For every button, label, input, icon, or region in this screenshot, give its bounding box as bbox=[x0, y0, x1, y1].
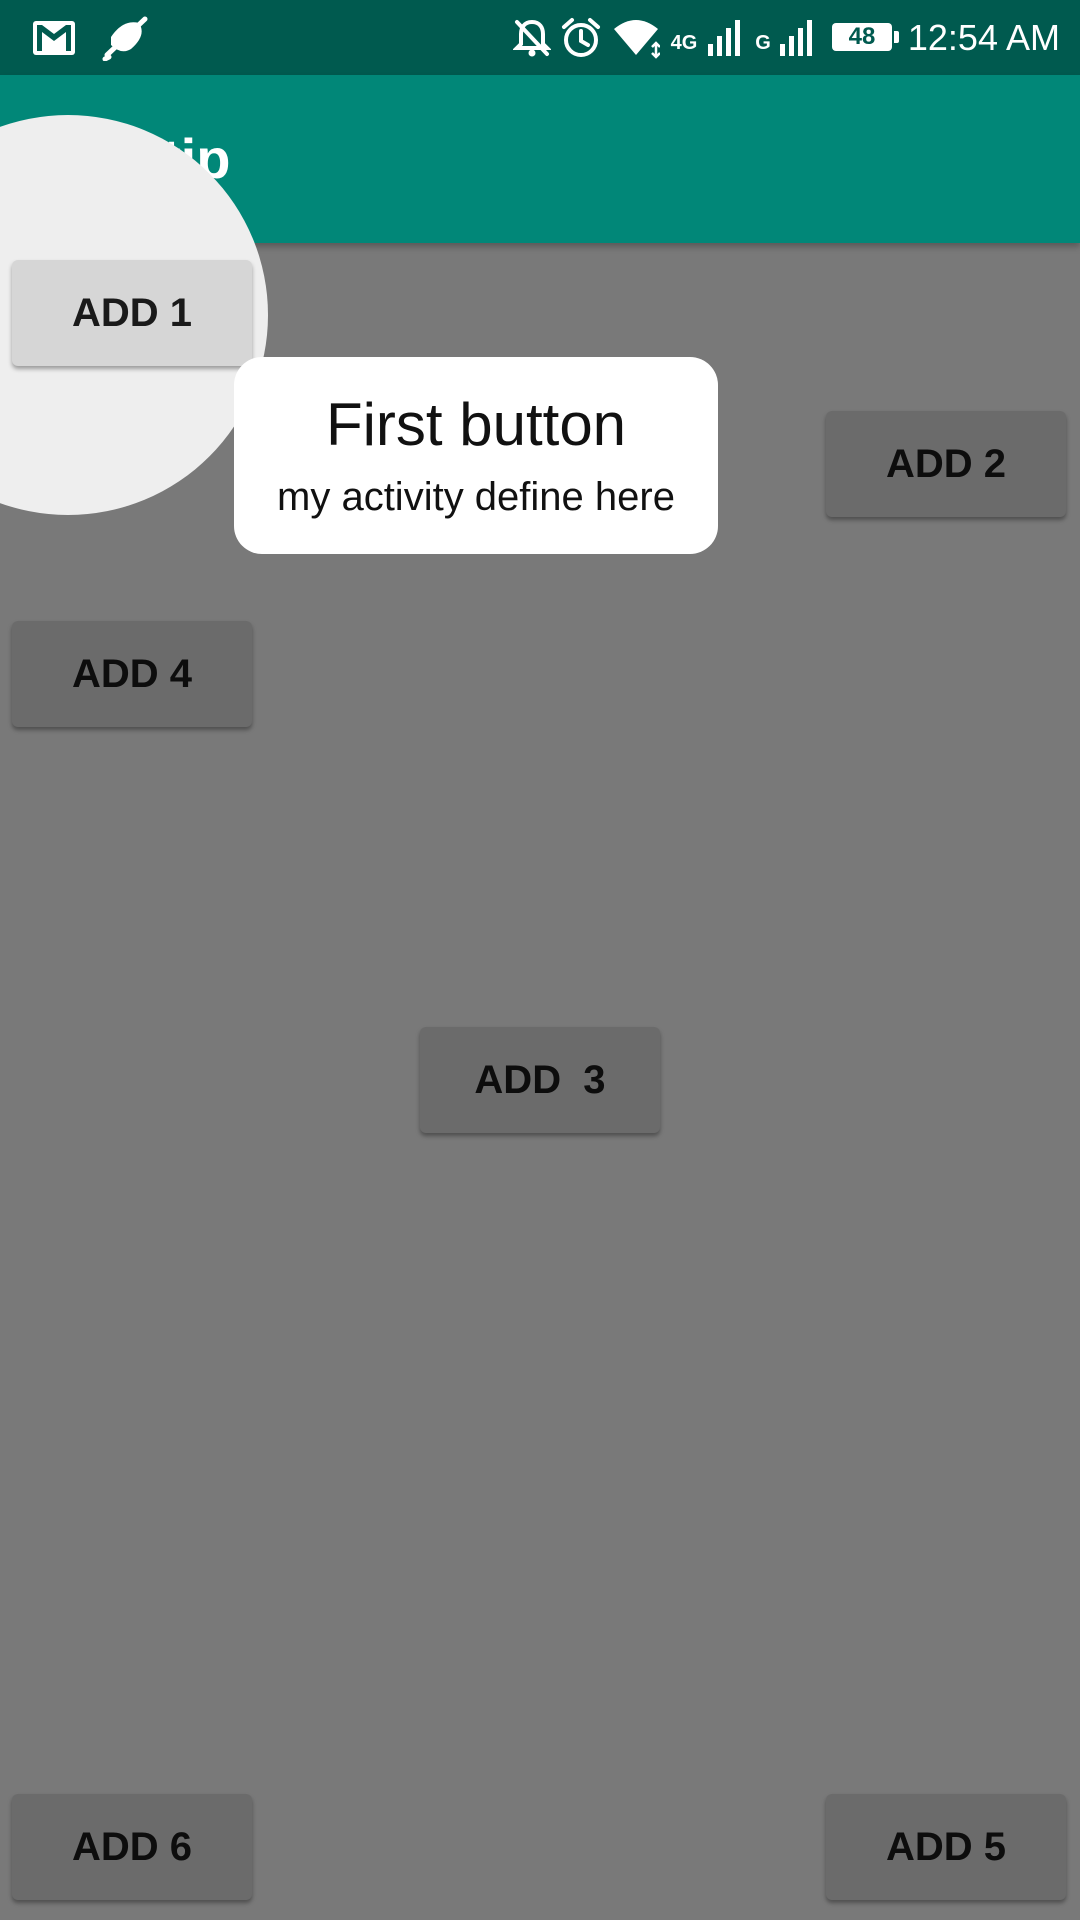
wifi-icon bbox=[610, 0, 662, 75]
signal-icon bbox=[776, 0, 816, 75]
status-bar: 4G G 48 12:54 AM bbox=[0, 0, 1080, 75]
screen: 4G G 48 12:54 AM Tooltip ADD 2 ADD 4 ADD bbox=[0, 0, 1080, 1920]
tooltip[interactable]: First button my activity define here bbox=[234, 357, 718, 554]
network-type-g: G bbox=[755, 32, 771, 54]
battery-icon: 48 bbox=[832, 23, 899, 51]
gmail-icon bbox=[30, 0, 78, 75]
tooltip-description: my activity define here bbox=[277, 475, 675, 519]
tooltip-title: First button bbox=[325, 391, 627, 458]
status-time: 12:54 AM bbox=[907, 17, 1060, 58]
signal-icon bbox=[704, 0, 744, 75]
alarm-icon bbox=[558, 0, 604, 75]
add-1-button[interactable]: ADD 1 bbox=[12, 260, 252, 366]
spotlight: ADD 1 bbox=[0, 115, 268, 515]
notifications-off-icon bbox=[510, 0, 554, 75]
mute-mic-icon bbox=[98, 0, 154, 75]
network-type-4g: 4G bbox=[670, 32, 698, 54]
